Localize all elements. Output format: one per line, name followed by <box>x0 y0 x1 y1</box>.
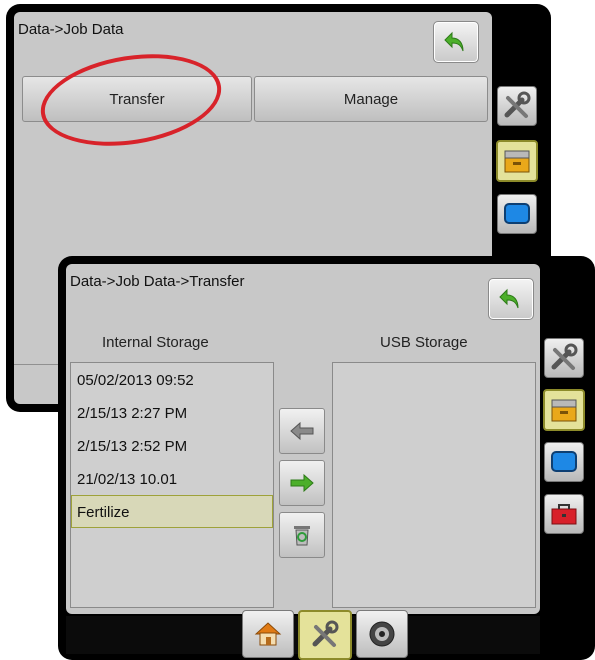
gauge-button[interactable] <box>356 610 408 658</box>
recycle-icon <box>294 526 310 546</box>
arrow-right-icon <box>290 473 314 493</box>
storage-icon[interactable] <box>496 140 538 182</box>
page-title: Data->Job Data <box>18 21 124 38</box>
home-button[interactable] <box>242 610 294 658</box>
transfer-screen: Data->Job Data->Transfer Internal Storag… <box>58 256 595 660</box>
transfer-panel: Data->Job Data->Transfer Internal Storag… <box>66 264 540 614</box>
display-icon[interactable] <box>497 194 537 234</box>
storage-icon[interactable] <box>543 389 585 431</box>
internal-storage-label: Internal Storage <box>102 334 209 351</box>
list-item-selected[interactable]: Fertilize <box>71 495 273 528</box>
arrow-left-icon <box>290 421 314 441</box>
list-item[interactable]: 2/15/13 2:52 PM <box>71 429 273 462</box>
list-item[interactable]: 2/15/13 2:27 PM <box>71 396 273 429</box>
list-item[interactable]: 05/02/2013 09:52 <box>71 363 273 396</box>
back-arrow-icon <box>444 31 464 52</box>
tools-nav-button[interactable] <box>298 610 352 660</box>
list-item[interactable]: 21/02/13 10.01 <box>71 462 273 495</box>
delete-button[interactable] <box>279 512 325 558</box>
usb-storage-label: USB Storage <box>380 334 468 351</box>
gauge-icon <box>369 621 395 647</box>
internal-storage-list[interactable]: 05/02/2013 09:52 2/15/13 2:27 PM 2/15/13… <box>70 362 274 608</box>
toolbox-icon[interactable] <box>544 494 584 534</box>
home-icon <box>254 622 282 646</box>
transfer-to-internal-button[interactable] <box>279 408 325 454</box>
page-title: Data->Job Data->Transfer <box>70 273 245 290</box>
tools-icon[interactable] <box>544 338 584 378</box>
tools-icon <box>312 620 339 647</box>
back-arrow-icon <box>499 288 519 309</box>
usb-storage-list[interactable] <box>332 362 536 608</box>
transfer-to-usb-button[interactable] <box>279 460 325 506</box>
display-icon[interactable] <box>544 442 584 482</box>
tab-manage[interactable]: Manage <box>254 76 488 122</box>
tools-icon[interactable] <box>497 86 537 126</box>
tab-manage-label: Manage <box>343 90 399 108</box>
back-button[interactable] <box>488 278 534 320</box>
back-button[interactable] <box>433 21 479 63</box>
